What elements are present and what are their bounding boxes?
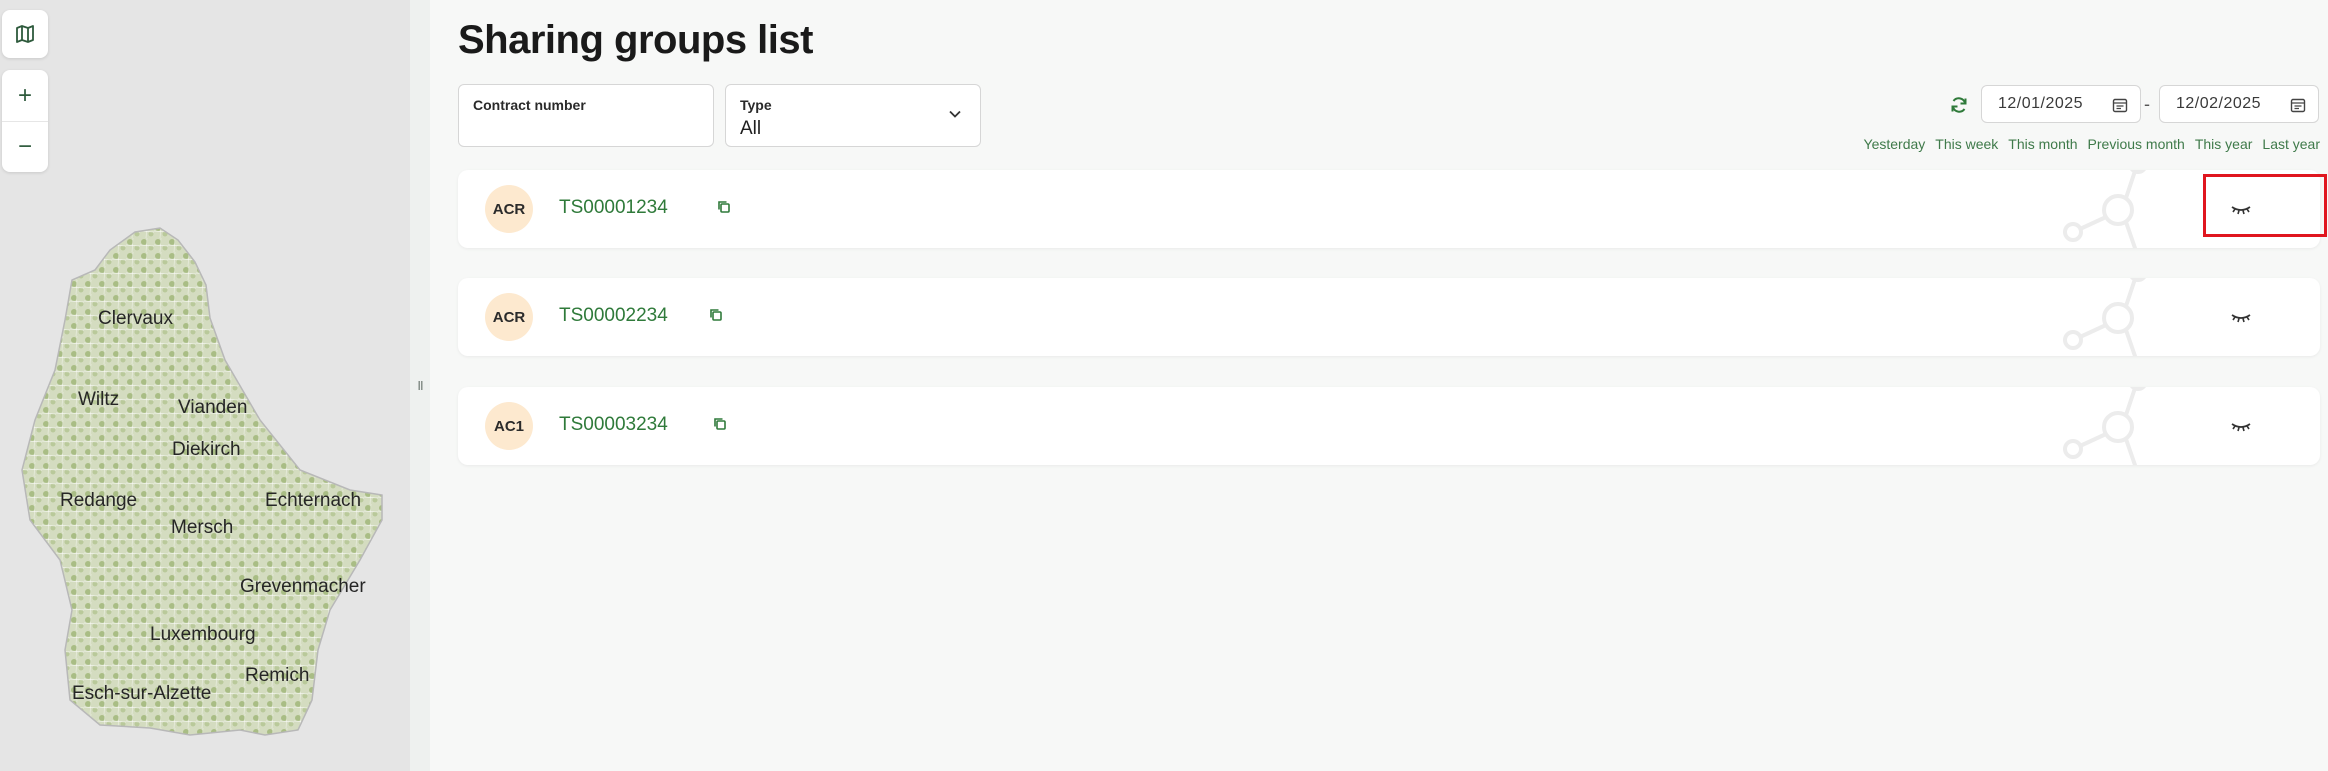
calendar-icon[interactable] <box>2290 97 2306 113</box>
shortcut-this-month[interactable]: This month <box>2008 136 2077 152</box>
map-city-label: Grevenmacher <box>240 576 366 597</box>
sharing-group-card: ACR TS00002234 <box>458 278 2320 356</box>
network-decoration-icon <box>2063 170 2146 248</box>
type-label: Type <box>740 97 772 113</box>
view-details-button[interactable] <box>2226 302 2256 332</box>
date-range-separator: - <box>2144 94 2150 114</box>
shortcut-this-week[interactable]: This week <box>1935 136 1998 152</box>
contract-number-field[interactable]: Contract number <box>458 84 714 147</box>
copy-icon[interactable] <box>712 416 728 432</box>
view-details-button[interactable] <box>2226 411 2256 441</box>
map-panel[interactable]: Clervaux Wiltz Vianden Diekirch Redange … <box>0 0 410 771</box>
map-city-label: Clervaux <box>98 308 173 329</box>
panel-resize-handle[interactable]: II <box>410 0 430 771</box>
map-city-label: Redange <box>60 490 137 511</box>
closed-eye-icon <box>2231 314 2251 323</box>
end-date-value: 12/02/2025 <box>2176 95 2262 112</box>
contract-number-link[interactable]: TS00003234 <box>559 414 668 436</box>
end-date-input[interactable]: 12/02/2025 <box>2159 85 2319 123</box>
map-icon <box>16 25 34 43</box>
map-city-label: Esch-sur-Alzette <box>72 683 211 704</box>
contract-number-link[interactable]: TS00002234 <box>559 305 668 327</box>
shortcut-yesterday[interactable]: Yesterday <box>1864 136 1926 152</box>
copy-icon[interactable] <box>708 307 724 323</box>
map-city-label: Mersch <box>171 517 233 538</box>
closed-eye-icon <box>2231 423 2251 432</box>
start-date-value: 12/01/2025 <box>1998 95 2084 112</box>
luxembourg-map[interactable]: Clervaux Wiltz Vianden Diekirch Redange … <box>0 0 410 771</box>
start-date-input[interactable]: 12/01/2025 <box>1981 85 2141 123</box>
map-zoom-controls: + − <box>2 70 48 172</box>
network-decoration-icon <box>2063 387 2146 465</box>
shortcut-last-year[interactable]: Last year <box>2262 136 2320 152</box>
map-city-label: Remich <box>245 665 309 686</box>
chevron-down-icon <box>949 110 961 118</box>
resize-grip-icon: II <box>417 378 423 393</box>
refresh-button[interactable] <box>1945 91 1973 119</box>
country-shape <box>21 227 383 736</box>
sharing-group-card: AC1 TS00003234 <box>458 387 2320 465</box>
zoom-in-button[interactable]: + <box>2 70 48 121</box>
contract-number-link[interactable]: TS00001234 <box>559 197 668 219</box>
contract-number-label: Contract number <box>473 97 586 113</box>
shortcut-this-year[interactable]: This year <box>2195 136 2253 152</box>
type-selected-value: All <box>740 118 762 139</box>
main-content: Sharing groups list Contract number Type… <box>430 0 2328 771</box>
map-layers-button[interactable] <box>2 10 48 58</box>
map-city-label: Echternach <box>265 490 361 511</box>
date-shortcuts: Yesterday This week This month Previous … <box>1864 136 2320 152</box>
sharing-group-card: ACR TS00001234 <box>458 170 2320 248</box>
highlight-box <box>2203 174 2327 237</box>
zoom-out-button[interactable]: − <box>2 121 48 172</box>
shortcut-previous-month[interactable]: Previous month <box>2088 136 2185 152</box>
group-type-badge: ACR <box>485 185 533 233</box>
map-city-label: Vianden <box>178 397 247 418</box>
group-type-badge: AC1 <box>485 402 533 450</box>
map-city-label: Wiltz <box>78 389 119 410</box>
copy-icon[interactable] <box>716 199 732 215</box>
map-city-label: Luxembourg <box>150 624 256 645</box>
group-type-badge: ACR <box>485 293 533 341</box>
page-title: Sharing groups list <box>458 18 813 62</box>
refresh-icon <box>1951 97 1967 113</box>
calendar-icon[interactable] <box>2112 97 2128 113</box>
map-city-label: Diekirch <box>172 439 241 460</box>
type-select[interactable]: Type All <box>725 84 981 147</box>
network-decoration-icon <box>2063 278 2146 356</box>
